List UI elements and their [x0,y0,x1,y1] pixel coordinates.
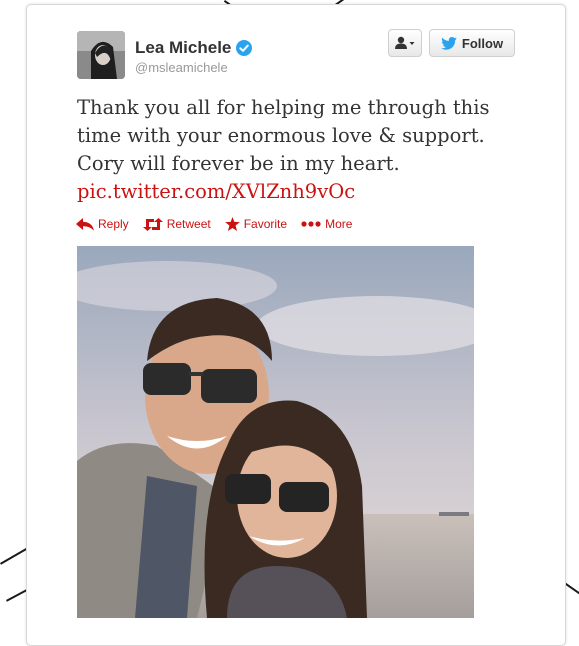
author-name[interactable]: Lea Michele [135,38,231,58]
twitter-bird-icon [441,36,457,50]
background-line [0,548,27,565]
reply-icon [76,217,94,230]
tweet-media-link[interactable]: pic.twitter.com/XVlZnh9vOc [77,178,517,206]
favorite-button[interactable]: Favorite [224,217,288,231]
retweet-button[interactable]: Retweet [142,217,211,231]
retweet-label: Retweet [166,217,211,231]
user-actions-button[interactable] [388,29,422,57]
more-button[interactable]: More [301,217,352,231]
tweet-text-line: Cory will forever be in my heart. [77,152,400,175]
more-dots-icon [301,221,321,227]
tweet-text-line: time with your enormous love & support. [77,124,485,147]
reply-label: Reply [98,217,129,231]
more-label: More [325,217,353,231]
reply-button[interactable]: Reply [76,217,129,231]
person-dropdown-icon [395,36,415,49]
tweet-actions: Reply Retweet Favorite More [76,217,366,231]
favorite-label: Favorite [243,217,288,231]
follow-button[interactable]: Follow [429,29,515,57]
author-name-row: Lea Michele [135,38,253,58]
author-avatar[interactable] [77,31,125,79]
tweet-card: Lea Michele @msleamichele Follow Thank y… [26,4,566,646]
tweet-photo[interactable] [77,246,474,618]
tweet-text-line: Thank you all for helping me through thi… [77,96,490,119]
star-icon [224,217,240,231]
verified-badge-icon [236,40,253,56]
author-handle[interactable]: @msleamichele [135,60,228,75]
tweet-text: Thank you all for helping me through thi… [77,94,517,206]
retweet-icon [142,217,163,231]
follow-label: Follow [461,35,504,51]
